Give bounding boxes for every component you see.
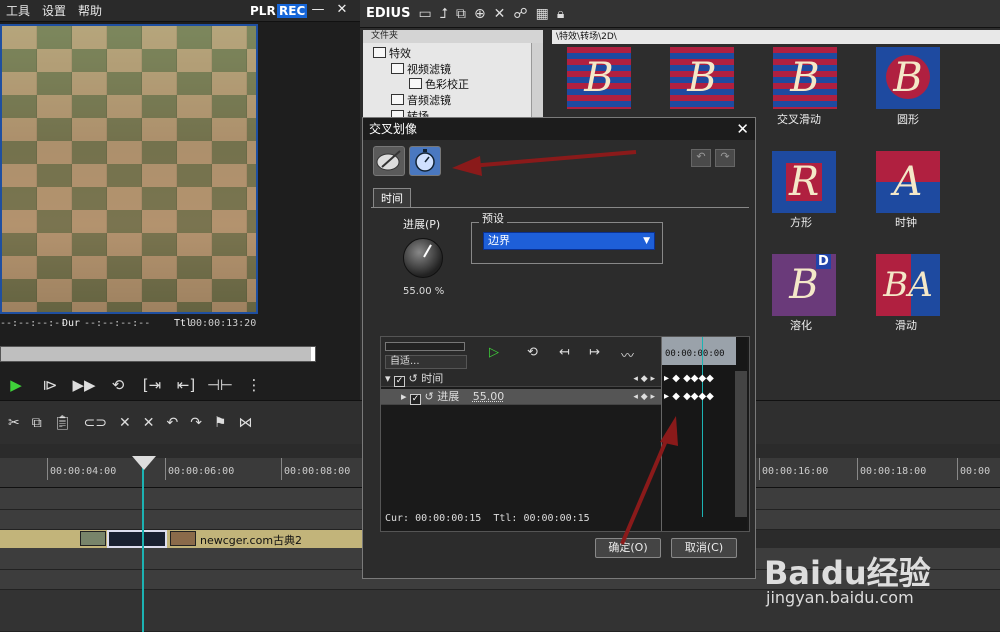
annotation-arrows: [452, 150, 678, 545]
annotation-arrow-head: [660, 416, 678, 446]
watermark-url: jingyan.baidu.com: [766, 588, 914, 607]
annotation-arrow-head: [452, 156, 482, 176]
annotation-arrow: [469, 150, 637, 168]
annotation-arrow: [620, 435, 670, 545]
watermark: Baidu经验 jingyan.baidu.com: [764, 548, 1000, 632]
